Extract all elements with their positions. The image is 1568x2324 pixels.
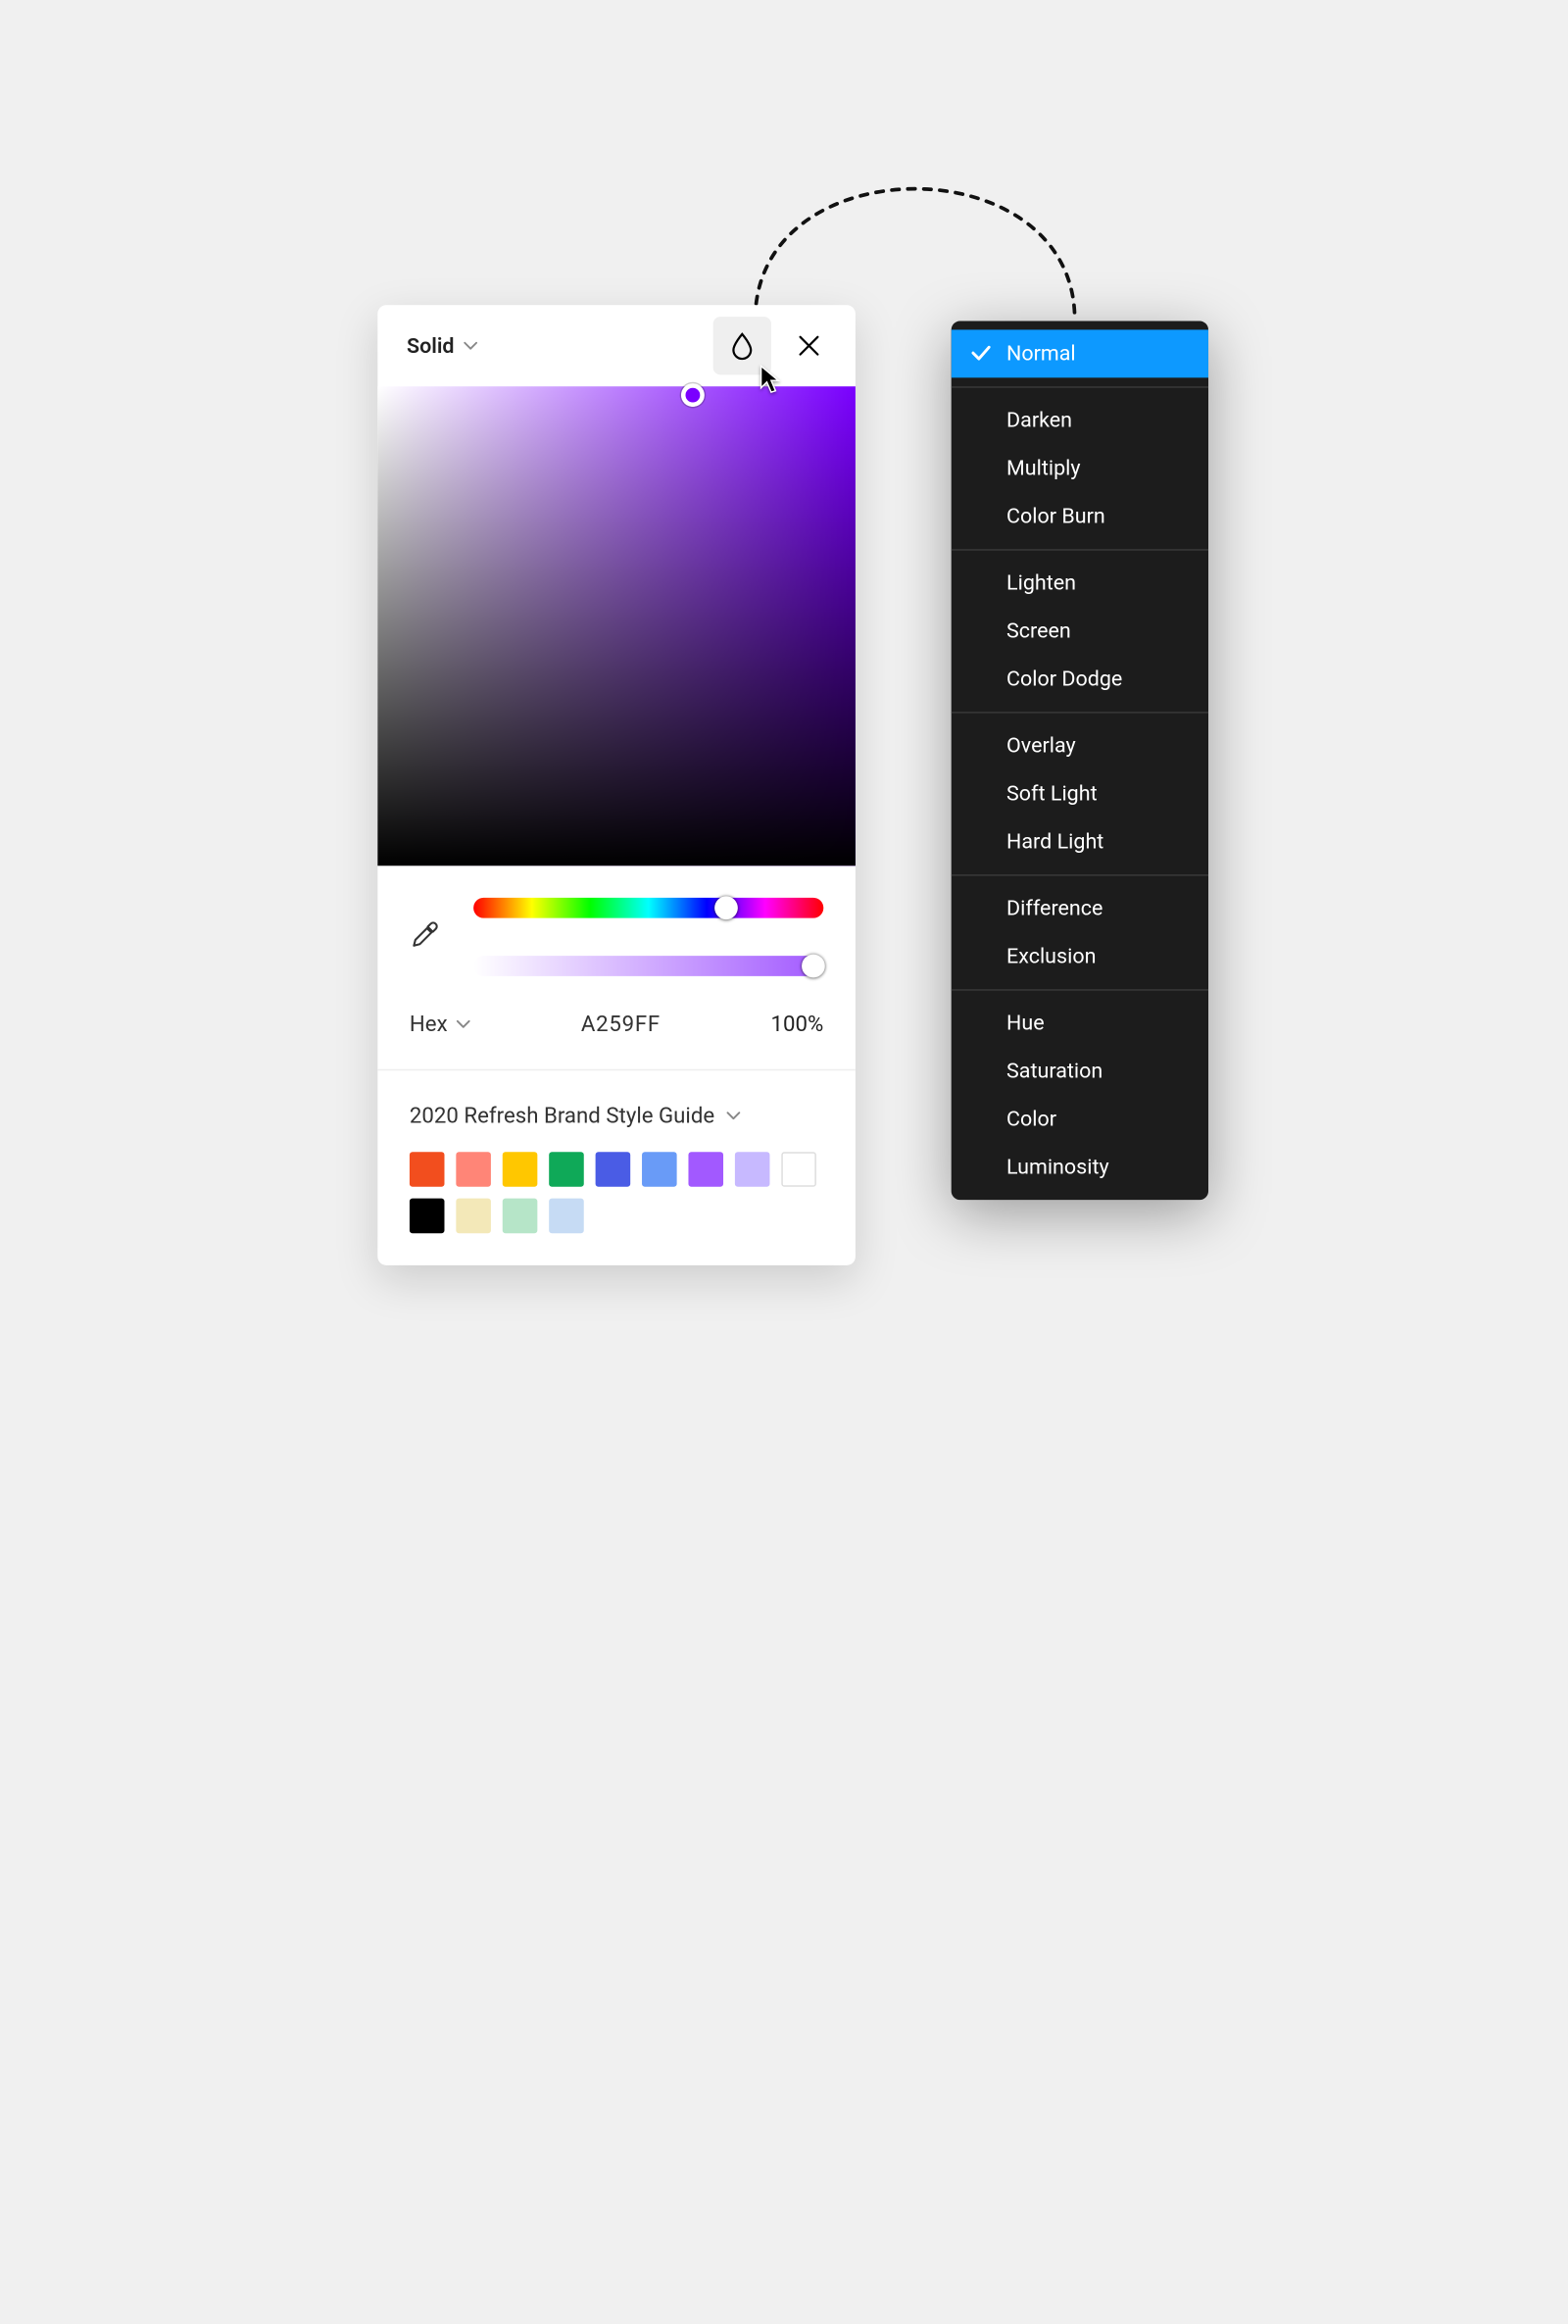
color-swatch[interactable] [781, 1152, 816, 1187]
blend-mode-item[interactable]: Exclusion [952, 932, 1208, 980]
alpha-slider[interactable] [473, 956, 823, 976]
blend-mode-label: Hue [1006, 1011, 1045, 1035]
blend-mode-label: Soft Light [1006, 781, 1098, 806]
color-format-dropdown[interactable]: Hex [410, 1011, 470, 1037]
color-swatch[interactable] [735, 1152, 770, 1187]
blend-mode-label: Color Burn [1006, 504, 1105, 528]
blend-mode-item[interactable]: Color Burn [952, 492, 1208, 540]
blend-mode-label: Darken [1006, 408, 1072, 432]
eyedropper-button[interactable] [410, 918, 442, 957]
slider-block [377, 865, 856, 990]
chevron-down-icon [726, 1109, 741, 1123]
blend-mode-item[interactable]: Multiply [952, 444, 1208, 492]
color-swatch[interactable] [549, 1152, 584, 1187]
color-picker-panel: Solid [377, 305, 856, 1265]
blend-mode-item[interactable]: Color [952, 1095, 1208, 1143]
hex-input[interactable]: A259FF [470, 1011, 770, 1037]
picker-header: Solid [377, 305, 856, 386]
alpha-thumb[interactable] [802, 955, 825, 978]
swatch-grid [410, 1152, 823, 1233]
blend-mode-label: Screen [1006, 618, 1071, 643]
blend-mode-label: Saturation [1006, 1059, 1102, 1083]
hue-thumb[interactable] [713, 896, 737, 919]
blend-mode-label: Overlay [1006, 733, 1076, 758]
blend-mode-label: Normal [1006, 341, 1076, 366]
hex-row: Hex A259FF 100% [377, 991, 856, 1069]
blend-mode-label: Exclusion [1006, 944, 1096, 968]
color-swatch[interactable] [503, 1152, 538, 1187]
library-name: 2020 Refresh Brand Style Guide [410, 1103, 714, 1129]
blend-mode-item[interactable]: Difference [952, 885, 1208, 933]
blend-mode-menu: Normal Darken Multiply Color Burn Lighten Scr… [952, 321, 1208, 1201]
color-swatch[interactable] [688, 1152, 723, 1187]
hue-slider[interactable] [473, 898, 823, 918]
library-dropdown[interactable]: 2020 Refresh Brand Style Guide [410, 1103, 823, 1129]
library-section: 2020 Refresh Brand Style Guide [377, 1070, 856, 1265]
blend-mode-item[interactable]: Saturation [952, 1048, 1208, 1096]
blend-mode-label: Lighten [1006, 570, 1076, 595]
close-button[interactable] [780, 317, 838, 374]
blend-mode-label: Hard Light [1006, 829, 1103, 854]
blend-mode-item[interactable]: Normal [952, 329, 1208, 377]
blend-mode-label: Luminosity [1006, 1155, 1109, 1179]
chevron-down-icon [463, 338, 477, 353]
droplet-icon [729, 331, 756, 361]
blend-mode-item[interactable]: Soft Light [952, 769, 1208, 817]
saturation-thumb[interactable] [681, 383, 705, 407]
color-swatch[interactable] [596, 1152, 631, 1187]
blend-mode-label: Difference [1006, 896, 1102, 920]
blend-mode-item[interactable]: Luminosity [952, 1143, 1208, 1191]
color-swatch[interactable] [456, 1199, 491, 1234]
color-swatch[interactable] [642, 1152, 677, 1187]
blend-mode-item[interactable]: Hue [952, 1000, 1208, 1048]
color-swatch[interactable] [503, 1199, 538, 1234]
blend-mode-item[interactable]: Screen [952, 607, 1208, 655]
blend-mode-item[interactable]: Darken [952, 397, 1208, 445]
blend-mode-label: Color Dodge [1006, 667, 1122, 691]
eyedropper-icon [410, 918, 442, 951]
connector-line [741, 174, 1162, 320]
color-swatch[interactable] [456, 1152, 491, 1187]
blend-mode-label: Color [1006, 1107, 1056, 1131]
blend-mode-item[interactable]: Hard Light [952, 817, 1208, 865]
blend-mode-item[interactable]: Color Dodge [952, 655, 1208, 703]
blend-mode-label: Multiply [1006, 456, 1081, 480]
saturation-lightness-area[interactable] [377, 386, 856, 865]
close-icon [796, 332, 822, 359]
color-swatch[interactable] [410, 1152, 445, 1187]
blend-mode-button[interactable] [713, 317, 771, 374]
color-format-label: Hex [410, 1011, 448, 1037]
chevron-down-icon [457, 1016, 471, 1031]
blend-mode-item[interactable]: Overlay [952, 722, 1208, 770]
blend-mode-item[interactable]: Lighten [952, 560, 1208, 608]
color-swatch[interactable] [549, 1199, 584, 1234]
fill-type-label: Solid [407, 333, 455, 358]
color-swatch[interactable] [410, 1199, 445, 1234]
fill-type-dropdown[interactable]: Solid [407, 333, 477, 358]
check-icon [968, 346, 992, 362]
opacity-input[interactable]: 100% [771, 1011, 824, 1037]
